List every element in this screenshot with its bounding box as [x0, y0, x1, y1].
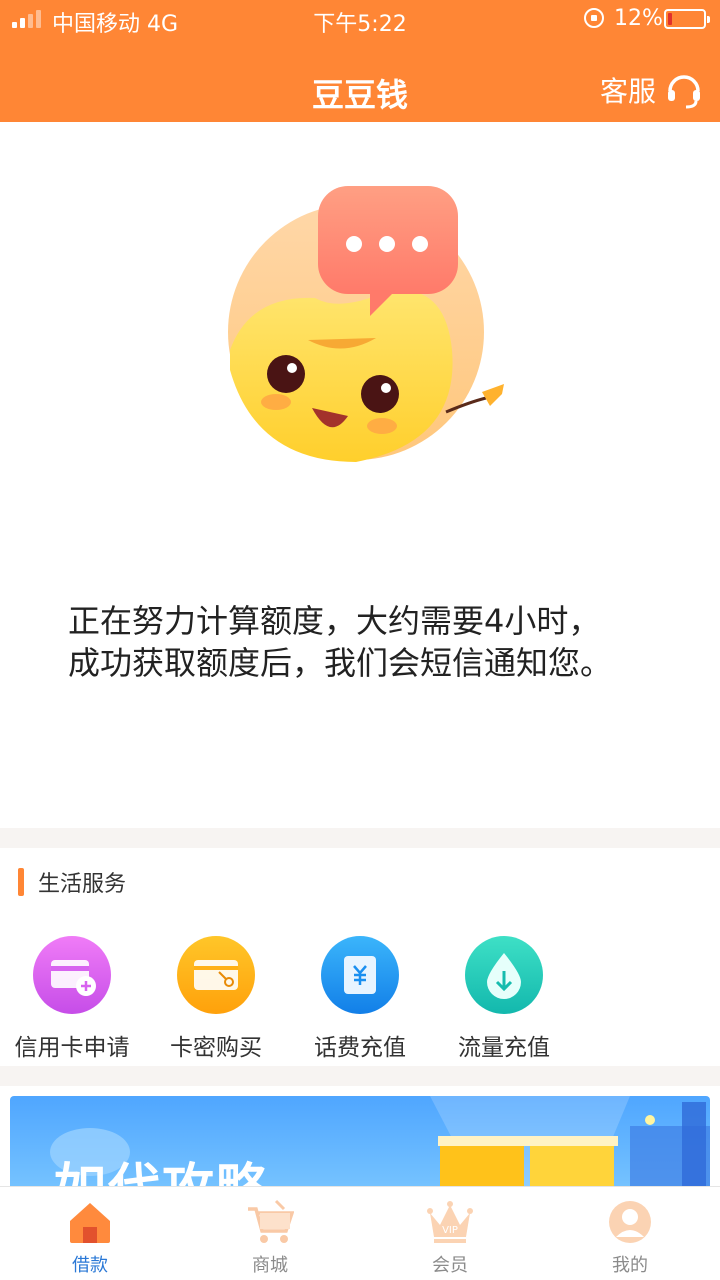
tab-label: 我的 [612, 1255, 648, 1276]
tab-mine[interactable]: 我的 [540, 1199, 720, 1277]
tab-loan[interactable]: 借款 [0, 1199, 180, 1277]
service-label: 话费充值 [314, 1035, 406, 1061]
section-accent-bar [18, 868, 24, 896]
life-services-header: 生活服务 [18, 866, 126, 898]
credit-calculating-message: 正在努力计算额度，大约需要4小时， 成功获取额度后，我们会短信通知您。 [68, 600, 668, 684]
yuan-recharge-icon [321, 936, 399, 1014]
tab-label: 会员 [432, 1255, 468, 1276]
life-services-grid: 信用卡申请 卡密购买 话费充值 流量充值 [0, 932, 720, 1062]
vip-crown-icon: VIP [426, 1199, 474, 1245]
battery-icon [664, 9, 710, 29]
rotation-lock-icon [584, 8, 604, 28]
tab-label: 借款 [72, 1255, 108, 1276]
battery-percent: 12% [614, 6, 663, 31]
credit-card-icon [33, 936, 111, 1014]
service-label: 信用卡申请 [14, 1035, 130, 1061]
headset-icon [666, 71, 702, 109]
data-drop-icon [465, 936, 543, 1014]
section-divider [0, 828, 720, 848]
service-credit-card-apply[interactable]: 信用卡申请 [0, 932, 144, 1062]
status-time: 下午5:22 [313, 12, 407, 37]
customer-service-label: 客服 [600, 75, 657, 108]
service-phone-recharge[interactable]: 话费充值 [288, 932, 432, 1062]
service-label: 流量充值 [458, 1035, 550, 1061]
status-bar: 中国移动 4G 下午5:22 12% [0, 0, 720, 40]
card-key-icon [177, 936, 255, 1014]
customer-service-button[interactable]: 客服 [600, 70, 702, 110]
service-data-recharge[interactable]: 流量充值 [432, 932, 576, 1062]
bottom-tab-bar: 借款 商城 VIP 会员 我的 [0, 1186, 720, 1280]
tab-member[interactable]: VIP 会员 [360, 1199, 540, 1277]
promo-banner[interactable]: 如代攻略 [10, 1096, 710, 1192]
service-card-key-purchase[interactable]: 卡密购买 [144, 932, 288, 1062]
section-divider [0, 1066, 720, 1086]
profile-icon [606, 1199, 654, 1245]
home-icon [66, 1199, 114, 1245]
tab-label: 商城 [252, 1255, 288, 1276]
battery-level [668, 13, 672, 25]
message-line-1: 正在努力计算额度，大约需要4小时， [68, 602, 601, 640]
tab-mall[interactable]: 商城 [180, 1199, 360, 1277]
section-title: 生活服务 [38, 872, 127, 897]
bean-mascot-illustration [220, 180, 520, 470]
cart-icon [246, 1199, 295, 1245]
service-label: 卡密购买 [170, 1035, 262, 1061]
top-bar: 中国移动 4G 下午5:22 12% 豆豆钱 客服 [0, 0, 720, 122]
svg-text:VIP: VIP [442, 1225, 458, 1236]
message-line-2: 成功获取额度后，我们会短信通知您。 [68, 644, 613, 682]
